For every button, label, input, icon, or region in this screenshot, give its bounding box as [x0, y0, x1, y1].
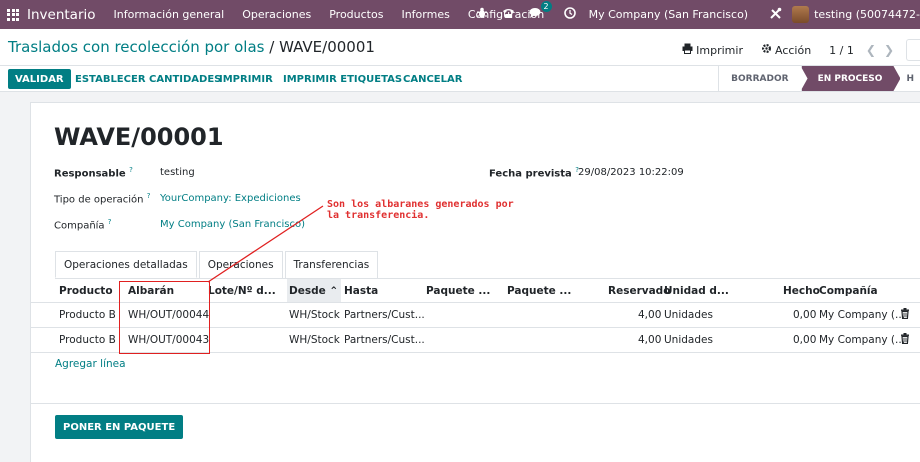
validate-button[interactable]: VALIDAR: [8, 69, 71, 89]
action-menu[interactable]: Acción: [761, 43, 811, 57]
status-bar: BORRADOR EN PROCESO H: [718, 66, 920, 91]
breadcrumb-separator: /: [269, 38, 275, 56]
print-label: Imprimir: [696, 43, 743, 57]
annotation-highlight-box: [119, 281, 210, 354]
col-lot[interactable]: Lote/Nº d...: [208, 285, 276, 297]
responsible-field[interactable]: testing: [160, 167, 195, 178]
cell-to: Partners/Cust...: [344, 334, 425, 346]
trash-icon[interactable]: [900, 308, 910, 322]
chevron-left-icon[interactable]: ❮: [866, 43, 876, 57]
print-labels-button[interactable]: IMPRIMIR ETIQUETAS: [283, 69, 402, 89]
trash-icon[interactable]: [900, 333, 910, 347]
app-brand[interactable]: Inventario: [27, 7, 96, 23]
breadcrumb-parent[interactable]: Traslados con recolección por olas: [8, 38, 264, 56]
cell-from: WH/Stock: [289, 309, 340, 321]
cell-from: WH/Stock: [289, 334, 340, 346]
status-done[interactable]: H: [900, 66, 920, 91]
annotation-note: Son los albaranes generados por la trans…: [327, 199, 514, 221]
operation-type-label: Tipo de operación ?: [54, 192, 151, 206]
tab-detailed-operations[interactable]: Operaciones detalladas: [55, 251, 197, 278]
gear-icon: [761, 43, 772, 57]
responsible-label: Responsable ?: [54, 166, 133, 180]
record-title: WAVE/00001: [54, 123, 224, 151]
cell-done: 0,00: [793, 334, 817, 346]
set-quantities-button[interactable]: ESTABLECER CANTIDADES: [75, 69, 221, 89]
company-label: Compañía ?: [54, 218, 112, 232]
app-menu-icon[interactable]: [2, 0, 24, 29]
form-sheet: WAVE/00001 Responsable ? testing Tipo de…: [30, 102, 920, 462]
cell-company: My Company (...: [819, 309, 906, 321]
menu-item-products[interactable]: Productos: [329, 8, 383, 21]
cancel-button[interactable]: CANCELAR: [403, 69, 462, 89]
tools-icon[interactable]: [769, 7, 782, 23]
col-reserved[interactable]: Reservado: [608, 285, 670, 297]
cell-uom: Unidades: [664, 334, 713, 346]
company-switcher[interactable]: My Company (San Francisco): [589, 8, 748, 21]
chat-count-badge: 2: [540, 1, 552, 12]
breadcrumb: Traslados con recolección por olas / WAV…: [8, 38, 375, 56]
cell-product: Producto B: [59, 309, 116, 321]
status-in-progress[interactable]: EN PROCESO: [800, 66, 901, 91]
action-bar: VALIDAR ESTABLECER CANTIDADES IMPRIMIR I…: [0, 66, 920, 92]
col-source-package[interactable]: Paquete ...: [426, 285, 490, 297]
menu-item-operations[interactable]: Operaciones: [242, 8, 311, 21]
control-panel: Traslados con recolección por olas / WAV…: [0, 29, 920, 66]
notebook-tabs: Operaciones detalladas Operaciones Trans…: [55, 251, 380, 278]
col-done[interactable]: Hecho: [783, 285, 820, 297]
tab-transfers[interactable]: Transferencias: [284, 251, 379, 278]
scheduled-date-label: Fecha prevista ?: [489, 166, 579, 180]
menu-item-overview[interactable]: Información general: [114, 8, 225, 21]
clock-icon[interactable]: [563, 7, 576, 22]
col-to[interactable]: Hasta: [344, 285, 378, 297]
status-draft[interactable]: BORRADOR: [718, 66, 800, 91]
user-menu[interactable]: testing (50074472-: [814, 8, 920, 21]
cell-reserved: 4,00: [638, 309, 662, 321]
col-company[interactable]: Compañía: [819, 285, 878, 297]
cell-done: 0,00: [793, 309, 817, 321]
sort-asc-icon: ⌃: [329, 285, 339, 297]
chat-icon[interactable]: 2: [529, 1, 552, 22]
col-dest-package[interactable]: Paquete ...: [507, 285, 571, 297]
chevron-right-icon[interactable]: ❯: [884, 43, 894, 57]
cell-company: My Company (...: [819, 334, 906, 346]
action-label: Acción: [774, 43, 812, 57]
phone-icon[interactable]: [502, 7, 515, 22]
col-uom[interactable]: Unidad d...: [664, 285, 729, 297]
col-from[interactable]: Desde ⌃: [289, 285, 338, 297]
menu-item-reports[interactable]: Informes: [401, 8, 449, 21]
top-navbar: Inventario Información general Operacion…: [0, 0, 920, 29]
footer-divider: [31, 403, 920, 404]
user-avatar[interactable]: [792, 6, 810, 23]
control-actions: Imprimir Acción 1 / 1 ❮ ❯: [682, 39, 920, 61]
add-line-link[interactable]: Agregar línea: [55, 358, 126, 370]
operation-type-field[interactable]: YourCompany: Expediciones: [160, 193, 301, 204]
company-field[interactable]: My Company (San Francisco): [160, 219, 305, 230]
put-in-pack-button[interactable]: PONER EN PAQUETE: [55, 415, 184, 439]
print-button[interactable]: IMPRIMIR: [219, 69, 273, 89]
print-icon: [682, 43, 693, 57]
cell-reserved: 4,00: [638, 334, 662, 346]
cell-uom: Unidades: [664, 309, 713, 321]
navbar-systray: 2 My Company (San Francisco) testing (50…: [469, 0, 920, 29]
cell-product: Producto B: [59, 334, 116, 346]
pager-value[interactable]: 1 / 1: [829, 44, 854, 57]
print-menu[interactable]: Imprimir: [682, 43, 743, 57]
bug-icon[interactable]: [476, 7, 488, 22]
new-record-button[interactable]: [906, 39, 920, 61]
col-product[interactable]: Producto: [59, 285, 113, 297]
tab-operations[interactable]: Operaciones: [198, 251, 283, 278]
scheduled-date-field[interactable]: 29/08/2023 10:22:09: [578, 167, 684, 178]
breadcrumb-current: WAVE/00001: [279, 38, 375, 56]
cell-to: Partners/Cust...: [344, 309, 425, 321]
